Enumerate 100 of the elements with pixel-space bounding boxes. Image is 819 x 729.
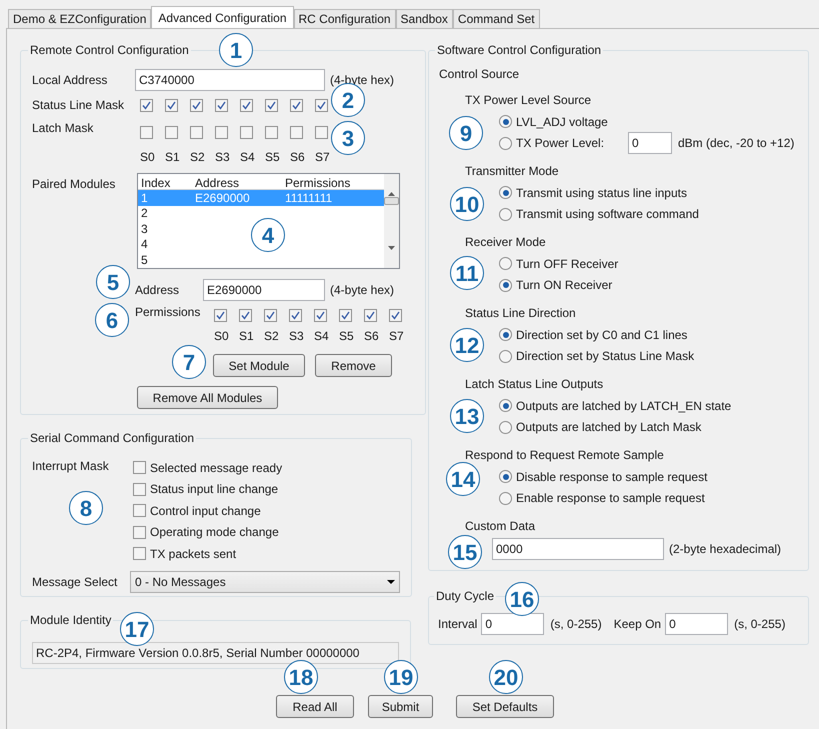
action-button[interactable]: Read All	[276, 695, 354, 718]
scroll-down-icon[interactable]	[388, 246, 395, 250]
scrollbar[interactable]	[384, 174, 399, 268]
group-title: Software Control Configuration	[437, 43, 602, 57]
list-row[interactable]: 3	[138, 221, 195, 236]
checkbox[interactable]	[133, 482, 146, 496]
section-title: Receiver Mode	[465, 235, 546, 249]
radio-button[interactable]	[499, 257, 512, 270]
checkbox[interactable]	[165, 98, 178, 112]
section-title: Respond to Request Remote Sample	[465, 448, 664, 462]
custom-data-field[interactable]: 0000	[492, 538, 664, 560]
tab[interactable]: Command Set	[452, 9, 540, 28]
hint-text: (s, 0-255)	[734, 616, 786, 633]
checkbox[interactable]	[240, 98, 253, 112]
section-title: Control Source	[439, 67, 520, 81]
list-row[interactable]: 4	[138, 236, 195, 252]
checkbox-label: Control input change	[150, 502, 261, 520]
list-cell: 1	[141, 190, 148, 205]
radio-label: Outputs are latched by Latch Mask	[516, 419, 702, 436]
message-select[interactable]: 0 - No Messages	[130, 570, 400, 592]
checkbox[interactable]	[265, 126, 278, 139]
tab[interactable]: Demo & EZConfiguration	[8, 9, 152, 28]
checkbox[interactable]	[240, 126, 253, 139]
callout-number: 19	[384, 660, 418, 694]
hint-text: (s, 0-255)	[550, 616, 602, 633]
label: Latch Mask	[32, 120, 94, 137]
remove-all-button[interactable]: Remove All Modules	[137, 386, 278, 409]
checkbox[interactable]	[315, 126, 328, 139]
radio-button[interactable]	[499, 470, 512, 484]
module-button[interactable]: Remove	[315, 354, 392, 377]
section-title: Status Line Direction	[465, 306, 576, 320]
checkbox[interactable]	[290, 126, 303, 139]
checkbox[interactable]	[215, 126, 228, 139]
checkbox[interactable]	[133, 547, 146, 560]
tab[interactable]: Sandbox	[396, 9, 453, 28]
action-button[interactable]: Set Defaults	[456, 695, 554, 718]
checkbox[interactable]	[265, 98, 278, 112]
radio-button[interactable]	[499, 186, 512, 200]
address-field[interactable]: C3740000	[135, 69, 325, 91]
bit-label: S3	[289, 328, 304, 345]
checkbox[interactable]	[140, 98, 153, 112]
hint-text: (4-byte hex)	[330, 282, 394, 299]
checkbox[interactable]	[315, 98, 328, 112]
checkbox[interactable]	[339, 308, 352, 322]
list-row[interactable]: 5	[138, 252, 195, 268]
checkbox[interactable]	[215, 98, 228, 112]
callout-number: 18	[284, 660, 318, 694]
label: Permissions	[135, 304, 202, 321]
list-cell: 3	[141, 222, 148, 236]
checkbox[interactable]	[289, 308, 302, 322]
scroll-thumb[interactable]	[384, 197, 399, 205]
radio-button[interactable]	[499, 399, 512, 412]
callout-number: 11	[450, 256, 484, 290]
checkbox[interactable]	[133, 461, 146, 474]
group-title: Module Identity	[30, 613, 112, 627]
checkbox[interactable]	[190, 126, 203, 139]
checkbox[interactable]	[190, 98, 203, 112]
tab[interactable]: Advanced Configuration	[151, 6, 294, 28]
radio-button[interactable]	[499, 492, 512, 505]
checkbox[interactable]	[314, 308, 327, 322]
radio-button[interactable]	[499, 350, 512, 363]
address-field[interactable]: E2690000	[203, 279, 325, 301]
checkbox[interactable]	[133, 504, 146, 518]
checkbox[interactable]	[165, 126, 178, 139]
interval-field[interactable]: 0	[481, 613, 544, 635]
keep-on-field[interactable]: 0	[665, 613, 728, 635]
checkbox[interactable]	[290, 98, 303, 112]
checkbox[interactable]	[140, 126, 153, 139]
list-row[interactable]: 2	[138, 206, 195, 221]
checkbox[interactable]	[389, 308, 402, 322]
action-button[interactable]: Submit	[368, 695, 433, 718]
checkbox[interactable]	[133, 526, 146, 539]
module-button[interactable]: Set Module	[213, 354, 305, 377]
radio-button[interactable]	[499, 278, 512, 292]
checkbox[interactable]	[364, 308, 377, 322]
column-header[interactable]: Index	[138, 174, 195, 189]
section-title: Custom Data	[465, 519, 536, 533]
checkbox[interactable]	[214, 308, 227, 322]
power-level-field[interactable]: 0	[628, 132, 672, 154]
callout-number: 13	[450, 399, 484, 433]
radio-button[interactable]	[499, 136, 512, 150]
callout-number: 3	[331, 121, 365, 155]
list-cell: E2690000	[195, 190, 250, 205]
radio-button[interactable]	[499, 420, 512, 434]
radio-button[interactable]	[499, 208, 512, 221]
checkbox-label: Status input line change	[150, 481, 278, 498]
list-cell: 5	[141, 252, 148, 267]
radio-button[interactable]	[499, 115, 512, 128]
radio-button[interactable]	[499, 328, 512, 342]
callout-number: 5	[96, 265, 130, 299]
bit-label: S4	[314, 328, 329, 345]
radio-label: Disable response to sample request	[516, 468, 708, 486]
column-header[interactable]: Permissions	[285, 174, 384, 189]
bit-label: S6	[364, 328, 379, 345]
checkbox[interactable]	[264, 308, 277, 322]
callout-number: 7	[172, 345, 206, 379]
checkbox[interactable]	[239, 308, 252, 322]
dropdown-caret-icon[interactable]	[387, 580, 395, 584]
column-header[interactable]: Address	[195, 174, 285, 189]
tab[interactable]: RC Configuration	[294, 9, 396, 28]
